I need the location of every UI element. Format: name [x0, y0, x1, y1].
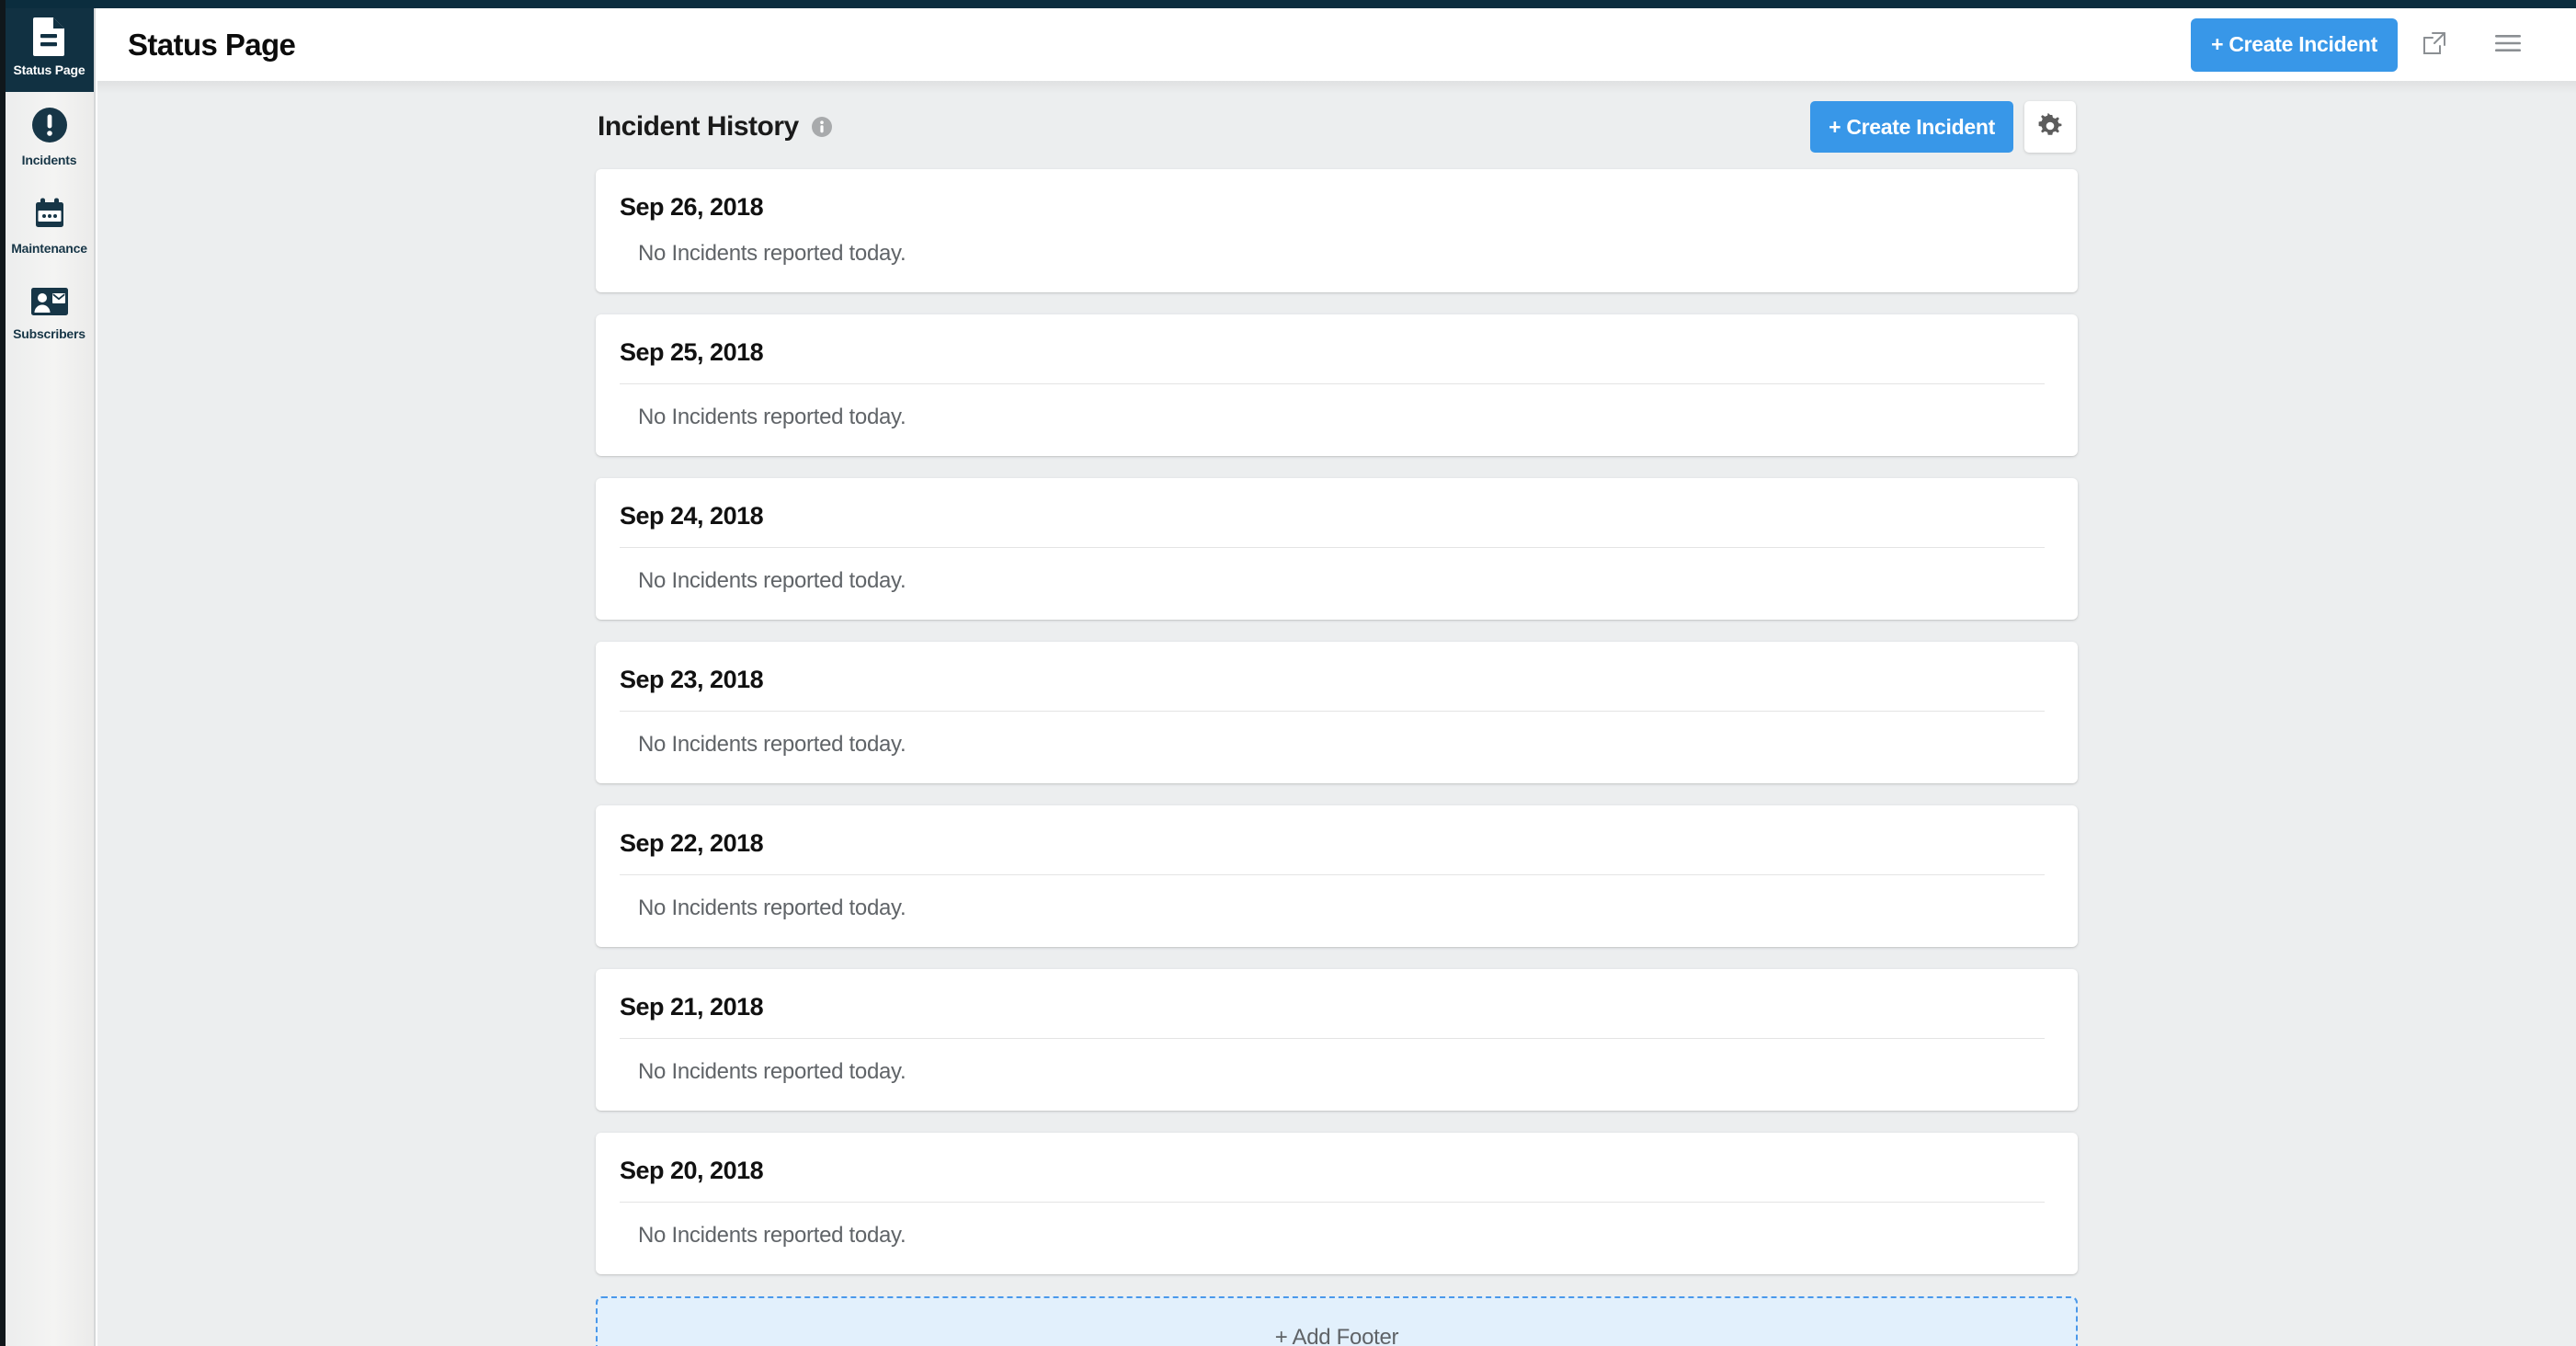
incident-day-message: No Incidents reported today. [638, 568, 906, 593]
window-left-edge [0, 0, 6, 1346]
incident-history-actions: + Create Incident [1810, 101, 2076, 153]
header-actions: + Create Incident [2191, 17, 2576, 72]
incident-day-card: Sep 25, 2018 No Incidents reported today… [596, 314, 2078, 456]
incident-day-message: No Incidents reported today. [638, 732, 906, 757]
add-footer-button[interactable]: + Add Footer [596, 1296, 2078, 1346]
external-link-icon [2422, 31, 2446, 58]
incident-day-message: No Incidents reported today. [638, 1223, 906, 1248]
content-area: Incident History + Create Incident Sep 2… [97, 81, 2576, 1346]
sidebar-item-incidents[interactable]: Incidents [5, 92, 94, 180]
create-incident-button[interactable]: + Create Incident [1810, 101, 2013, 153]
header-create-incident-button[interactable]: + Create Incident [2191, 17, 2398, 72]
incident-day-card: Sep 20, 2018 No Incidents reported today… [596, 1133, 2078, 1274]
sidebar-item-subscribers[interactable]: Subscribers [5, 268, 94, 357]
incident-day-card: Sep 23, 2018 No Incidents reported today… [596, 642, 2078, 783]
incident-day-date: Sep 22, 2018 [620, 829, 764, 857]
incident-history-header: Incident History + Create Incident [596, 90, 2078, 164]
incident-day-card: Sep 21, 2018 No Incidents reported today… [596, 969, 2078, 1111]
contact-card-icon [30, 286, 69, 322]
incident-day-message: No Incidents reported today. [638, 241, 906, 266]
incident-day-message: No Incidents reported today. [638, 1059, 906, 1084]
info-icon[interactable] [811, 117, 832, 137]
incident-day-date: Sep 25, 2018 [620, 338, 764, 366]
add-footer-label: + Add Footer [1274, 1325, 1399, 1346]
hamburger-menu-icon [2494, 33, 2522, 56]
incident-history-panel: Incident History + Create Incident Sep 2… [596, 81, 2078, 1346]
sidebar-item-label: Incidents [21, 152, 77, 167]
incident-history-list: Sep 26, 2018 No Incidents reported today… [596, 169, 2078, 1274]
window-top-band [0, 0, 2576, 8]
incident-day-message: No Incidents reported today. [638, 405, 906, 429]
gear-icon [2037, 112, 2063, 142]
alert-circle-icon [31, 107, 68, 148]
calendar-icon [31, 195, 68, 236]
section-title: Incident History [598, 111, 799, 142]
app-header: Status Page + Create Incident [97, 8, 2576, 81]
incident-day-card: Sep 26, 2018 No Incidents reported today… [596, 169, 2078, 292]
open-external-button[interactable] [2398, 18, 2471, 72]
sidebar-brand-status-page[interactable]: Status Page [5, 0, 94, 92]
sidebar-brand-label: Status Page [13, 63, 85, 77]
sidebar-item-label: Maintenance [11, 240, 87, 256]
menu-button[interactable] [2471, 18, 2545, 72]
incident-day-date: Sep 21, 2018 [620, 993, 764, 1021]
incident-day-card: Sep 22, 2018 No Incidents reported today… [596, 805, 2078, 947]
document-icon [32, 16, 67, 61]
settings-button[interactable] [2024, 101, 2076, 153]
incident-day-date: Sep 20, 2018 [620, 1157, 764, 1184]
sidebar-item-maintenance[interactable]: Maintenance [5, 180, 94, 268]
sidebar: Status Page Incidents Maintenance Subscr… [5, 0, 96, 1346]
incident-day-message: No Incidents reported today. [638, 895, 906, 920]
incident-day-card: Sep 24, 2018 No Incidents reported today… [596, 478, 2078, 620]
incident-day-date: Sep 26, 2018 [620, 193, 764, 221]
page-title: Status Page [128, 28, 296, 62]
sidebar-item-label: Subscribers [13, 325, 85, 341]
incident-day-date: Sep 24, 2018 [620, 502, 764, 530]
incident-day-date: Sep 23, 2018 [620, 666, 764, 693]
